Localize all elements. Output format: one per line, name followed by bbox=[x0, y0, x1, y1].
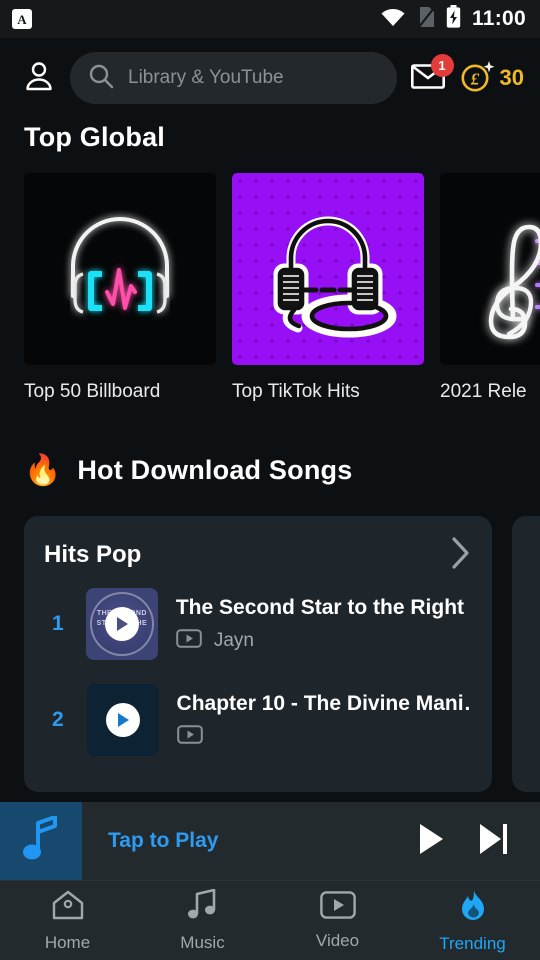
top-global-card[interactable]: Top 50 Billboard bbox=[24, 173, 216, 413]
top-global-card[interactable]: 2021 Rele bbox=[440, 173, 540, 413]
fire-emoji-icon: 🔥 bbox=[24, 453, 62, 487]
track-row[interactable]: 1 THE SECOND STAR TO THE RIGHT The Secon… bbox=[44, 576, 472, 672]
track-artist: Jayn bbox=[213, 630, 254, 651]
mail-unread-badge: 1 bbox=[430, 54, 454, 77]
top-global-card-label: Top TikTok Hits bbox=[232, 381, 360, 402]
music-note-icon bbox=[186, 888, 220, 926]
track-subline bbox=[176, 725, 472, 749]
track-meta: The Second Star to the Right … Jayn bbox=[176, 595, 472, 653]
playlist-card-header[interactable] bbox=[532, 534, 540, 576]
status-bar-right: 11:00 bbox=[380, 5, 526, 33]
mini-player-controls bbox=[418, 823, 540, 860]
mail-icon bbox=[410, 64, 445, 94]
nav-label-home: Home bbox=[44, 932, 91, 952]
purple-headphones-art bbox=[232, 173, 424, 365]
music-note-icon bbox=[21, 814, 61, 867]
playlist-card[interactable] bbox=[512, 516, 540, 792]
hot-downloads-header: 🔥 Hot Download Songs bbox=[24, 455, 352, 486]
top-global-card[interactable]: Top TikTok Hits bbox=[232, 173, 424, 413]
track-thumbnail[interactable] bbox=[86, 684, 159, 756]
mini-player[interactable]: Tap to Play bbox=[0, 802, 540, 880]
top-global-carousel[interactable]: Top 50 Billboard Top TikTok Hits 2021 Re… bbox=[0, 173, 540, 413]
play-icon[interactable] bbox=[418, 823, 445, 860]
playlist-card[interactable]: Hits Pop 1 THE SECOND STAR TO THE RIGHT bbox=[24, 516, 492, 792]
chevron-right-icon[interactable] bbox=[450, 536, 472, 575]
nav-label-trending: Trending bbox=[439, 933, 506, 953]
search-icon bbox=[88, 63, 114, 94]
svg-text:£: £ bbox=[469, 69, 479, 88]
track-index: 2 bbox=[52, 708, 64, 731]
playlist-card-header[interactable]: Hits Pop bbox=[44, 534, 472, 576]
nav-item-music[interactable]: Music bbox=[135, 881, 270, 960]
status-bar: A 11:00 bbox=[0, 0, 540, 38]
playlist-title: Hits Pop bbox=[44, 541, 142, 568]
app-header: Library & YouTube 1 £ 30 bbox=[0, 38, 540, 118]
top-global-card-label: Top 50 Billboard bbox=[24, 381, 161, 402]
battery-charging-icon bbox=[446, 5, 461, 33]
skip-next-icon[interactable] bbox=[479, 823, 508, 860]
track-index: 1 bbox=[52, 612, 64, 635]
mail-button[interactable]: 1 bbox=[410, 54, 454, 94]
flame-icon bbox=[457, 888, 489, 927]
app-root: A 11:00 Library & YouTube 1 £ 30 Top Glo… bbox=[0, 0, 540, 960]
track-meta: Chapter 10 - The Divine Mani… bbox=[177, 691, 472, 749]
neon-headphones-dark-art bbox=[24, 173, 216, 365]
top-global-title: Top Global bbox=[24, 122, 165, 152]
track-thumbnail[interactable]: THE SECOND STAR TO THE RIGHT bbox=[85, 588, 158, 660]
nav-label-music: Music bbox=[180, 932, 225, 952]
bottom-navigation: Home Music Video Trending bbox=[0, 880, 540, 960]
letter-a-app-icon: A bbox=[12, 9, 32, 29]
coins-button[interactable]: £ 30 bbox=[459, 58, 524, 99]
track-title: The Second Star to the Right … bbox=[175, 596, 472, 619]
nav-label-video: Video bbox=[315, 930, 360, 950]
search-bar[interactable]: Library & YouTube bbox=[70, 52, 397, 104]
video-icon bbox=[319, 890, 356, 924]
no-sim-icon bbox=[417, 6, 435, 33]
hot-downloads-carousel[interactable]: Hits Pop 1 THE SECOND STAR TO THE RIGHT bbox=[0, 516, 540, 792]
track-title: Chapter 10 - The Divine Mani… bbox=[176, 692, 472, 715]
home-icon bbox=[51, 889, 85, 926]
search-input-placeholder[interactable]: Library & YouTube bbox=[128, 67, 284, 89]
neon-treble-clef-art bbox=[440, 173, 540, 365]
profile-button[interactable] bbox=[16, 55, 62, 101]
hot-downloads-title: Hot Download Songs bbox=[77, 455, 353, 485]
play-icon[interactable] bbox=[104, 607, 139, 641]
youtube-icon bbox=[176, 629, 202, 653]
pound-coin-icon: £ bbox=[459, 58, 495, 99]
track-row[interactable]: 2 Chapter 10 - The Divine Mani… bbox=[44, 672, 472, 768]
mini-player-label[interactable]: Tap to Play bbox=[108, 829, 218, 853]
app-icon-letter: A bbox=[17, 11, 27, 27]
status-bar-left: A bbox=[12, 9, 32, 29]
coin-amount: 30 bbox=[499, 65, 524, 90]
person-icon bbox=[22, 59, 56, 98]
youtube-icon bbox=[176, 725, 203, 749]
header-actions: 1 £ 30 bbox=[410, 54, 524, 99]
nav-item-trending[interactable]: Trending bbox=[405, 881, 540, 960]
mini-player-artwork[interactable] bbox=[0, 802, 82, 880]
top-global-card-label: 2021 Rele bbox=[440, 381, 527, 402]
play-icon[interactable] bbox=[105, 703, 140, 737]
nav-item-home[interactable]: Home bbox=[0, 881, 135, 960]
nav-item-video[interactable]: Video bbox=[270, 881, 405, 960]
wifi-icon bbox=[380, 7, 406, 32]
track-subline: Jayn bbox=[176, 629, 472, 653]
status-bar-clock: 11:00 bbox=[471, 7, 526, 30]
